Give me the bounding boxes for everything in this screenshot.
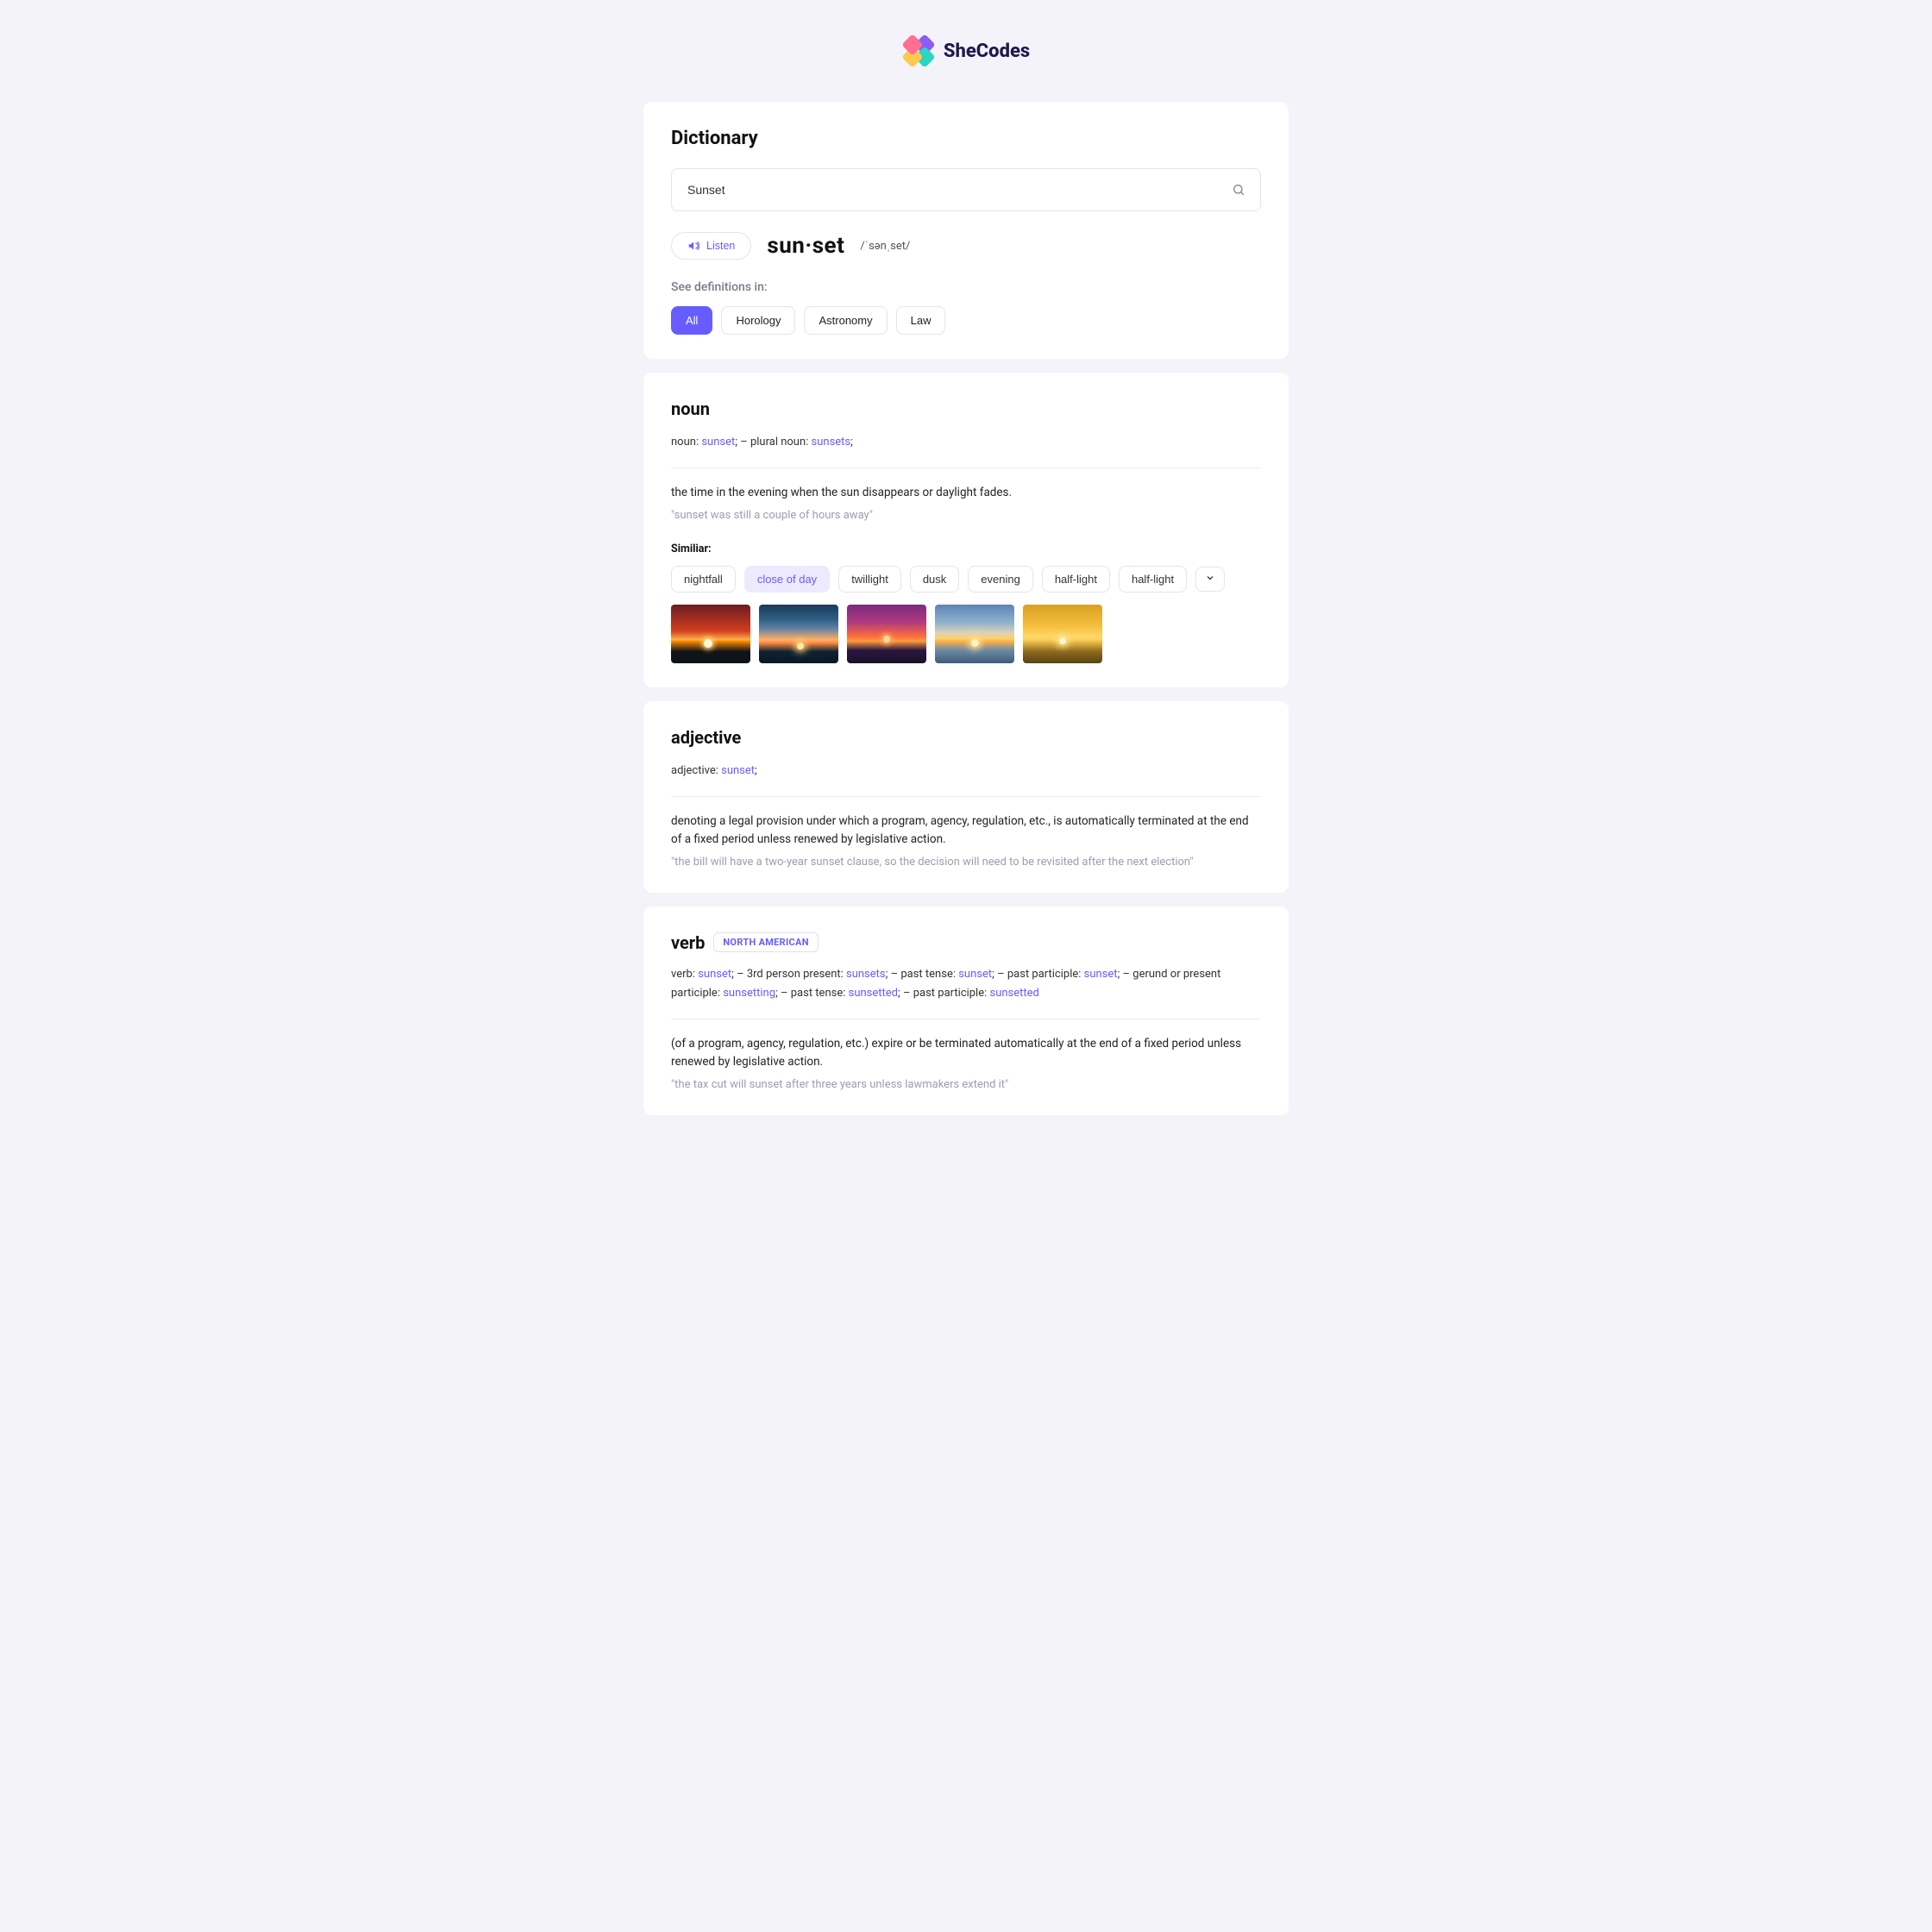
- v-f3-label: ; – past tense:: [886, 968, 959, 981]
- noun-definition: the time in the evening when the sun dis…: [671, 484, 1261, 502]
- chip-half-light-1[interactable]: half-light: [1042, 566, 1110, 593]
- filter-astronomy[interactable]: Astronomy: [804, 306, 887, 335]
- search-card: Dictionary Listen sun·set: [643, 102, 1289, 359]
- thumb-4[interactable]: [935, 605, 1014, 663]
- chip-nightfall[interactable]: nightfall: [671, 566, 736, 593]
- audio-icon: [687, 240, 699, 252]
- adjective-example: "the bill will have a two-year sunset cl…: [671, 856, 1261, 869]
- adj-form-label-1: adjective:: [671, 764, 721, 777]
- adjective-definition: denoting a legal provision under which a…: [671, 812, 1261, 849]
- v-f3-val[interactable]: sunset: [958, 968, 992, 981]
- adjective-heading: adjective: [671, 727, 1261, 748]
- filter-law[interactable]: Law: [896, 306, 946, 335]
- listen-button[interactable]: Listen: [671, 232, 751, 260]
- chip-twilight[interactable]: twillight: [838, 566, 901, 593]
- v-f1-val[interactable]: sunset: [698, 968, 731, 981]
- noun-forms: noun: sunset; – plural noun: sunsets;: [671, 433, 1261, 452]
- thumb-1[interactable]: [671, 605, 750, 663]
- noun-form-val-2[interactable]: sunsets: [812, 436, 851, 448]
- noun-form-label-1: noun:: [671, 436, 701, 448]
- verb-card: verb NORTH AMERICAN verb: sunset; – 3rd …: [643, 906, 1289, 1115]
- noun-tail: ;: [850, 436, 853, 448]
- v-f7-val[interactable]: sunsetted: [990, 987, 1039, 1000]
- search-icon[interactable]: [1232, 183, 1245, 197]
- thumb-3[interactable]: [847, 605, 926, 663]
- brand-name: SheCodes: [944, 41, 1030, 62]
- similar-label: Similiar:: [671, 543, 1261, 555]
- chip-more[interactable]: [1195, 567, 1225, 592]
- image-results: [671, 605, 1261, 663]
- similar-chips: nightfall close of day twillight dusk ev…: [671, 566, 1261, 593]
- v-f4-val[interactable]: sunset: [1084, 968, 1118, 981]
- page-title: Dictionary: [671, 128, 1261, 149]
- phonetic: /ˈsənˌset/: [860, 239, 910, 253]
- verb-example: "the tax cut will sunset after three yea…: [671, 1078, 1261, 1091]
- v-f5-val[interactable]: sunsetting: [723, 987, 775, 1000]
- chip-close-of-day[interactable]: close of day: [744, 566, 830, 593]
- brand-logo: SheCodes: [494, 34, 1439, 67]
- thumb-2[interactable]: [759, 605, 838, 663]
- noun-form-val-1[interactable]: sunset: [701, 436, 735, 448]
- see-definitions-label: See definitions in:: [671, 280, 1261, 294]
- v-f7-label: ; – past participle:: [898, 987, 990, 1000]
- v-f4-label: ; – past participle:: [992, 968, 1084, 981]
- thumb-5[interactable]: [1023, 605, 1102, 663]
- v-f6-val[interactable]: sunsetted: [849, 987, 898, 1000]
- noun-sep-1: ; – plural noun:: [735, 436, 811, 448]
- adjective-forms: adjective: sunset;: [671, 762, 1261, 781]
- noun-heading: noun: [671, 398, 1261, 419]
- v-f2-val[interactable]: sunsets: [846, 968, 886, 981]
- verb-definition: (of a program, agency, regulation, etc.)…: [671, 1035, 1261, 1071]
- chip-dusk[interactable]: dusk: [910, 566, 959, 593]
- adj-tail: ;: [755, 764, 757, 777]
- verb-region-badge: NORTH AMERICAN: [713, 932, 818, 952]
- verb-forms: verb: sunset; – 3rd person present: suns…: [671, 965, 1261, 1003]
- word-headline: sun·set: [767, 233, 844, 259]
- listen-label: Listen: [706, 240, 735, 252]
- chevron-down-icon: [1205, 573, 1215, 583]
- chip-half-light-2[interactable]: half-light: [1119, 566, 1187, 593]
- filter-row: All Horology Astronomy Law: [671, 306, 1261, 335]
- search-input[interactable]: [671, 168, 1261, 211]
- noun-card: noun noun: sunset; – plural noun: sunset…: [643, 373, 1289, 687]
- v-f1-label: verb:: [671, 968, 698, 981]
- noun-example: "sunset was still a couple of hours away…: [671, 509, 1261, 522]
- v-f6-label: ; – past tense:: [775, 987, 849, 1000]
- filter-horology[interactable]: Horology: [721, 306, 795, 335]
- search-wrap: [671, 168, 1261, 211]
- v-f2-label: ; – 3rd person present:: [731, 968, 846, 981]
- filter-all[interactable]: All: [671, 306, 712, 335]
- adjective-card: adjective adjective: sunset; denoting a …: [643, 701, 1289, 893]
- chip-evening[interactable]: evening: [968, 566, 1033, 593]
- verb-heading: verb: [671, 932, 705, 953]
- adj-form-val-1[interactable]: sunset: [721, 764, 755, 777]
- logo-mark-icon: [895, 28, 942, 74]
